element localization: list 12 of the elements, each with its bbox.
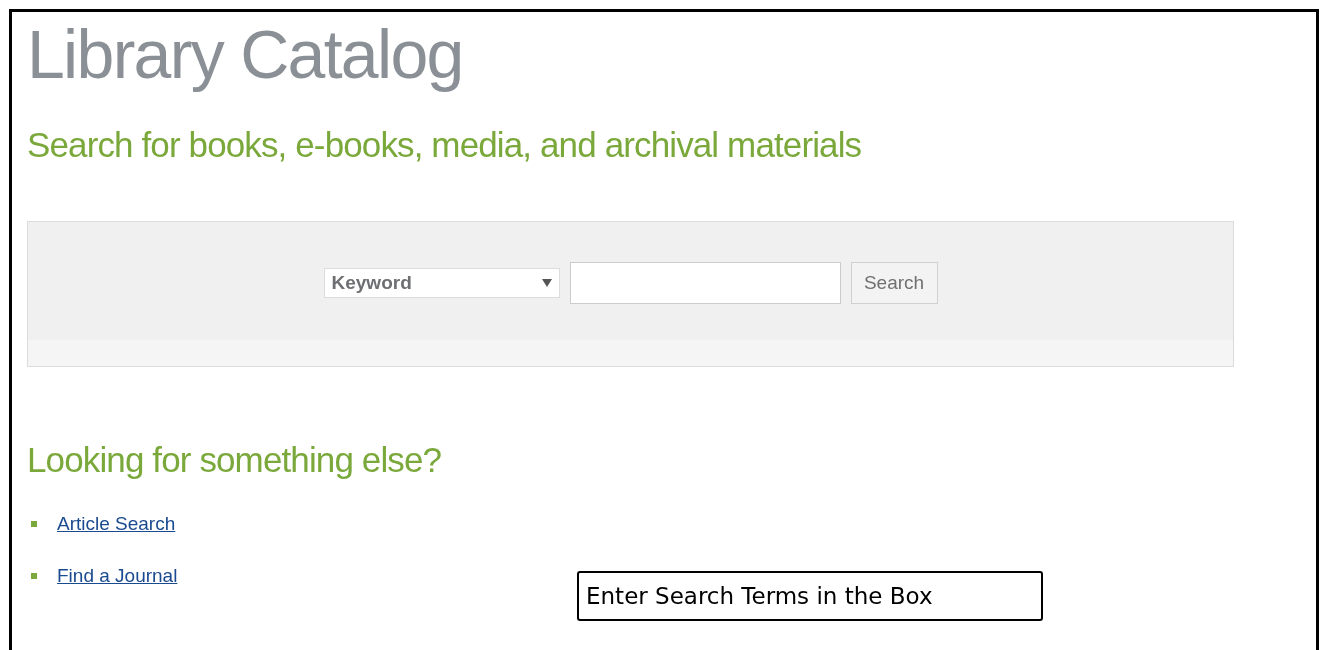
callout-box: Enter Search Terms in the Box <box>577 571 1043 621</box>
link[interactable]: Find a Journal <box>57 561 178 590</box>
caret-icon <box>541 279 552 287</box>
bullet-icon <box>31 572 37 579</box>
search-input[interactable] <box>569 262 841 304</box>
page-title: Library Catalog <box>27 16 464 92</box>
page-subtitle: Search for books, e-books, media, and archival materials <box>27 125 863 165</box>
search-type-dropdown[interactable]: Keyword <box>323 268 560 298</box>
bullet-icon <box>31 521 37 528</box>
link[interactable]: Article Search <box>57 510 176 539</box>
search-button[interactable]: Search <box>850 262 938 304</box>
section-heading: Looking for something else? <box>27 440 443 480</box>
